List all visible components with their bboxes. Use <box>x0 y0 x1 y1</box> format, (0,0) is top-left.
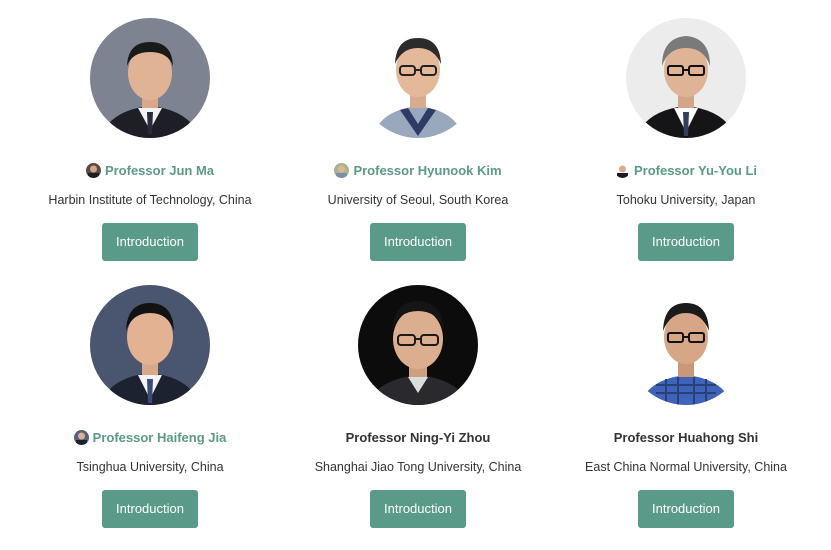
speaker-name-link[interactable]: Professor Haifeng Jia <box>16 427 284 447</box>
introduction-button[interactable]: Introduction <box>370 490 466 528</box>
speaker-affiliation: Shanghai Jiao Tong University, China <box>314 460 522 474</box>
speaker-name-link[interactable]: Professor Jun Ma <box>16 160 284 180</box>
speaker-card-haifeng-jia: Professor Haifeng Jia Tsinghua Universit… <box>16 285 284 528</box>
introduction-button[interactable]: Introduction <box>370 223 466 261</box>
speaker-thumbnail-icon <box>85 162 101 178</box>
speaker-photo <box>358 18 478 138</box>
speaker-name[interactable]: Professor Yu-You Li <box>634 163 757 178</box>
speaker-card-hyunook-kim: Professor Hyunook Kim University of Seou… <box>284 18 552 261</box>
speaker-thumbnail-icon <box>614 162 630 178</box>
speaker-photo <box>626 18 746 138</box>
speaker-name[interactable]: Professor Hyunook Kim <box>353 163 501 178</box>
speaker-affiliation: Tsinghua University, China <box>76 460 224 474</box>
speaker-thumbnail-icon <box>334 162 350 178</box>
speaker-card-yu-you-li: Professor Yu-You Li Tohoku University, J… <box>552 18 820 261</box>
speaker-affiliation: University of Seoul, South Korea <box>327 193 509 207</box>
speaker-photo <box>90 285 210 405</box>
speaker-name: Professor Huahong Shi <box>613 429 759 445</box>
speaker-photo <box>90 18 210 138</box>
speaker-name-row: Professor Ning-Yi Zhou <box>284 427 552 447</box>
speaker-card-huahong-shi: Professor Huahong Shi East China Normal … <box>552 285 820 528</box>
speaker-name[interactable]: Professor Haifeng Jia <box>93 430 227 445</box>
speaker-affiliation: East China Normal University, China <box>585 460 787 474</box>
speaker-affiliation: Harbin Institute of Technology, China <box>48 193 252 207</box>
speaker-thumbnail-icon <box>73 429 89 445</box>
speaker-name-link[interactable]: Professor Yu-You Li <box>552 160 820 180</box>
introduction-button[interactable]: Introduction <box>102 490 198 528</box>
speaker-affiliation: Tohoku University, Japan <box>616 193 756 207</box>
speaker-name-link[interactable]: Professor Hyunook Kim <box>284 160 552 180</box>
speaker-photo <box>358 285 478 405</box>
speaker-card-ning-yi-zhou: Professor Ning-Yi Zhou Shanghai Jiao Ton… <box>284 285 552 528</box>
introduction-button[interactable]: Introduction <box>638 490 734 528</box>
introduction-button[interactable]: Introduction <box>102 223 198 261</box>
speaker-card-jun-ma: Professor Jun Ma Harbin Institute of Tec… <box>16 18 284 261</box>
speaker-name: Professor Ning-Yi Zhou <box>345 429 491 445</box>
speaker-photo <box>626 285 746 405</box>
introduction-button[interactable]: Introduction <box>638 223 734 261</box>
speaker-name[interactable]: Professor Jun Ma <box>105 163 214 178</box>
speaker-name-row: Professor Huahong Shi <box>552 427 820 447</box>
